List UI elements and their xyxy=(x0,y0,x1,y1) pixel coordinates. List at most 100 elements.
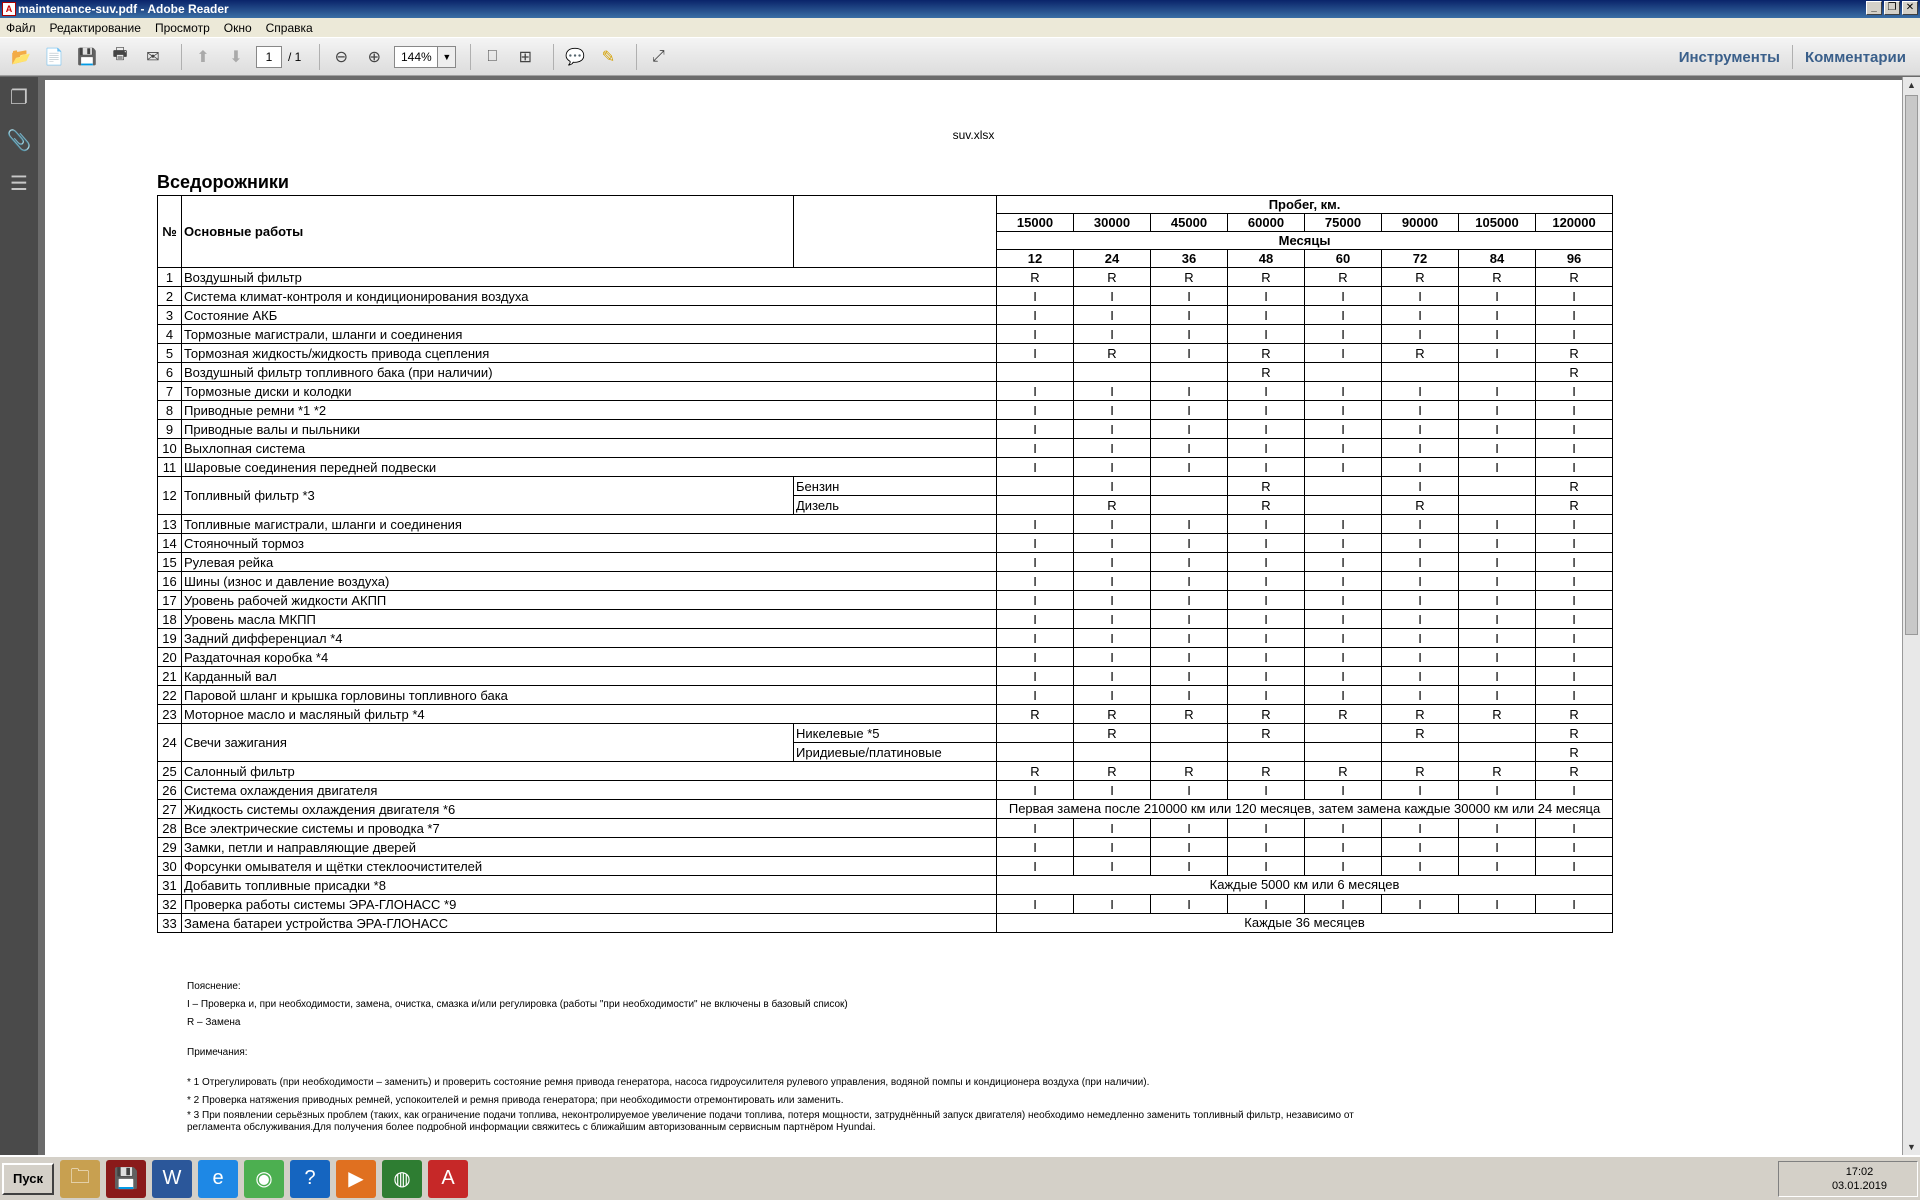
menu-view[interactable]: Просмотр xyxy=(155,21,210,35)
help-icon[interactable]: ? xyxy=(290,1159,330,1198)
row-value: I xyxy=(996,590,1074,610)
fit-page-icon[interactable]: ⎕ xyxy=(479,44,505,70)
zoom-input[interactable]: 144% xyxy=(394,45,439,68)
menu-file[interactable]: Файл xyxy=(6,21,36,35)
table-row: 1 Воздушный фильтр R R R R R R R R xyxy=(157,267,1614,287)
row-number: 1 xyxy=(157,267,182,287)
row-value: I xyxy=(1458,533,1536,553)
row-value: I xyxy=(1304,837,1382,857)
internet-explorer-icon[interactable]: e xyxy=(198,1159,238,1198)
fit-width-icon[interactable]: ⊞ xyxy=(512,44,538,70)
page-number-input[interactable]: 1 xyxy=(256,45,282,68)
row-value: R xyxy=(1227,267,1305,287)
table-row: 6 Воздушный фильтр топливного бака (при н… xyxy=(157,362,1614,382)
page-thumbnails-icon[interactable]: ❐ xyxy=(10,85,28,110)
highlight-icon[interactable]: ✎ xyxy=(595,44,621,70)
scroll-down-icon[interactable]: ▼ xyxy=(1903,1139,1920,1155)
zoom-in-icon[interactable]: ⊕ xyxy=(361,44,387,70)
row-work-name: Свечи зажигания xyxy=(181,723,794,762)
word-icon[interactable]: W xyxy=(152,1159,192,1198)
header-months-value: 60 xyxy=(1304,249,1382,268)
table-row: 4 Тормозные магистрали, шланги и соединен… xyxy=(157,324,1614,344)
explorer-icon[interactable]: 🗀 xyxy=(60,1159,100,1198)
row-value xyxy=(1150,476,1228,496)
row-value: R xyxy=(1073,267,1151,287)
prev-page-icon[interactable]: ⬆ xyxy=(190,44,216,70)
row-value: I xyxy=(1458,343,1536,363)
menu-window[interactable]: Окно xyxy=(224,21,252,35)
row-value: I xyxy=(1150,343,1228,363)
row-value: I xyxy=(1150,400,1228,420)
scroll-up-icon[interactable]: ▲ xyxy=(1903,77,1920,93)
zoom-out-icon[interactable]: ⊖ xyxy=(328,44,354,70)
row-value: I xyxy=(1304,628,1382,648)
row-work-name: Уровень рабочей жидкости АКПП xyxy=(181,590,997,610)
scroll-thumb[interactable] xyxy=(1905,95,1918,635)
page-header: suv.xlsx xyxy=(952,128,995,142)
email-icon[interactable]: ✉ xyxy=(140,44,166,70)
menu-edit[interactable]: Редактирование xyxy=(50,21,141,35)
clock[interactable]: 17:02 03.01.2019 xyxy=(1832,1165,1887,1193)
row-sub-name: Иридиевые/платиновые xyxy=(793,742,997,762)
table-row: 7 Тормозные диски и колодки I I I I I I I I xyxy=(157,381,1614,401)
row-value: R xyxy=(1227,704,1305,724)
zoom-dropdown-icon[interactable]: ▼ xyxy=(438,45,457,68)
row-value xyxy=(1150,723,1228,743)
row-value: I xyxy=(1458,305,1536,325)
table-row: 15 Рулевая рейка I I I I I I I I xyxy=(157,552,1614,572)
minimize-button[interactable]: _ xyxy=(1866,1,1882,15)
row-number: 23 xyxy=(157,704,182,724)
row-value: I xyxy=(996,381,1074,401)
attachments-icon[interactable]: 📎 xyxy=(7,128,32,153)
row-work-name: Шины (износ и давление воздуха) xyxy=(181,571,997,591)
comments-button[interactable]: Комментарии xyxy=(1805,49,1906,66)
row-value: R xyxy=(996,761,1074,781)
row-value: I xyxy=(1381,533,1459,553)
menu-help[interactable]: Справка xyxy=(266,21,313,35)
row-value: R xyxy=(996,704,1074,724)
create-pdf-icon[interactable]: 📄 xyxy=(41,44,67,70)
comment-icon[interactable]: 💬 xyxy=(562,44,588,70)
floppy-app-icon[interactable]: 💾 xyxy=(106,1159,146,1198)
row-value: I xyxy=(1227,305,1305,325)
row-value xyxy=(1150,362,1228,382)
next-page-icon[interactable]: ⬇ xyxy=(223,44,249,70)
column-header-blank xyxy=(793,195,997,268)
close-button[interactable]: ✕ xyxy=(1902,1,1918,15)
header-mileage: Пробег, км. xyxy=(995,195,1614,214)
header-months-value: 96 xyxy=(1534,249,1614,268)
row-value xyxy=(1073,742,1151,762)
chrome-icon[interactable]: ◉ xyxy=(244,1159,284,1198)
restore-button[interactable]: ❐ xyxy=(1884,1,1900,15)
acrobat-icon[interactable]: A xyxy=(428,1159,468,1198)
row-value: I xyxy=(1458,571,1536,591)
row-work-name: Шаровые соединения передней подвески xyxy=(181,457,997,477)
print-icon[interactable]: 🖶 xyxy=(107,44,133,70)
row-value: I xyxy=(1304,590,1382,610)
page-total: / 1 xyxy=(288,49,302,64)
open-icon[interactable]: 📂 xyxy=(8,44,34,70)
globe-app-icon[interactable]: ◍ xyxy=(382,1159,422,1198)
row-value: I xyxy=(1304,609,1382,629)
row-value: I xyxy=(1073,552,1151,572)
row-value: I xyxy=(1073,837,1151,857)
row-value: I xyxy=(996,438,1074,458)
save-icon[interactable]: 💾 xyxy=(74,44,100,70)
fullscreen-icon[interactable]: ⤢ xyxy=(645,44,671,70)
row-value: I xyxy=(1073,590,1151,610)
layers-icon[interactable]: ☰ xyxy=(10,171,28,196)
row-work-name: Добавить топливные присадки *8 xyxy=(181,875,997,895)
start-button[interactable]: Пуск xyxy=(2,1162,54,1195)
row-number: 9 xyxy=(157,419,182,439)
row-work-name: Состояние АКБ xyxy=(181,305,997,325)
row-value: I xyxy=(996,647,1074,667)
vertical-scrollbar[interactable]: ▲ ▼ xyxy=(1902,77,1920,1155)
media-player-icon[interactable]: ▶ xyxy=(336,1159,376,1198)
row-value: I xyxy=(1227,818,1305,838)
row-value xyxy=(1150,495,1228,515)
row-value: I xyxy=(1458,780,1536,800)
row-value: I xyxy=(1227,438,1305,458)
row-span-note: Первая замена после 210000 км или 120 ме… xyxy=(995,799,1614,819)
tools-button[interactable]: Инструменты xyxy=(1679,49,1780,66)
row-value: I xyxy=(1304,286,1382,306)
